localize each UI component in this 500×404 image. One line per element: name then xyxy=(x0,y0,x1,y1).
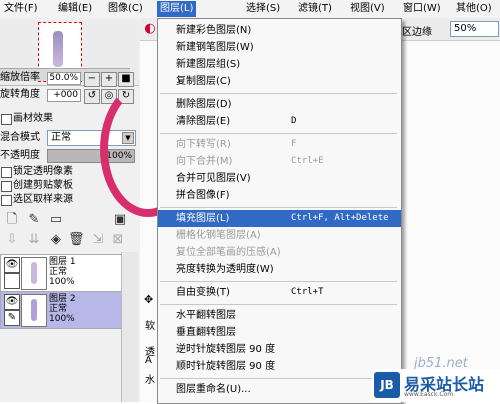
pencil-icon[interactable]: ✎ xyxy=(4,310,20,326)
menu-item-new-pen-layer[interactable]: 新建钢笔图层(W) xyxy=(158,39,401,56)
zoom-in-button[interactable]: + xyxy=(101,72,117,87)
selection-source-option[interactable]: 选区取样来源 xyxy=(0,194,130,206)
zoom-label: 缩放倍率 xyxy=(0,72,40,83)
zoom-value[interactable]: 50.0% xyxy=(47,72,81,85)
menu-item-transfer-down[interactable]: 向下转写(R) F xyxy=(158,136,401,153)
rotate-value[interactable]: +000 xyxy=(47,89,81,102)
menu-select[interactable]: 选择(S) xyxy=(246,2,280,16)
layer-mode: 正常 xyxy=(49,267,68,277)
menu-item-free-transform[interactable]: 自由变换(T) Ctrl+T xyxy=(158,284,401,301)
layer-mask-icon[interactable]: ▣ xyxy=(112,212,128,228)
selection-edge-value: 50% xyxy=(454,23,477,34)
menu-item-flatten-image[interactable]: 拼合图像(F) xyxy=(158,187,401,204)
watermark-badge: JB xyxy=(374,372,400,398)
selection-source-checkbox[interactable] xyxy=(1,195,12,206)
menu-item-clear-layer[interactable]: 清除图层(E) D xyxy=(158,113,401,130)
layer-name: 图层 1 xyxy=(49,257,76,267)
menu-item-new-color-layer[interactable]: 新建彩色图层(N) xyxy=(158,22,401,39)
layer-list-scrollbar[interactable] xyxy=(121,252,138,402)
apply-mask-icon[interactable]: ⇲ xyxy=(90,232,106,248)
new-layer-icon[interactable]: 🗋 xyxy=(4,212,20,228)
shortcut: Ctrl+F, Alt+Delete xyxy=(291,213,389,223)
clear-layer-icon[interactable]: ◈ xyxy=(48,232,64,248)
menu-item-new-layer-group[interactable]: 新建图层组(S) xyxy=(158,56,401,73)
shortcut: D xyxy=(291,116,297,126)
layer-thumbnail xyxy=(21,257,47,290)
menu-item-flip-vertical[interactable]: 垂直翻转图层 xyxy=(158,324,401,341)
menu-separator xyxy=(160,93,397,94)
menu-file[interactable]: 文件(F) xyxy=(4,2,38,16)
move-icon[interactable]: ✥ xyxy=(144,293,153,306)
blend-mode-label: 混合模式 xyxy=(0,132,40,143)
a-label: A xyxy=(145,355,152,366)
navigator-figure xyxy=(53,31,63,67)
menu-view[interactable]: 视图(V) xyxy=(350,2,385,16)
shortcut: F xyxy=(291,139,297,149)
opacity-label: 不透明度 xyxy=(0,150,40,161)
left-panel: 缩放倍率 50.0% − + ■ 旋转角度 +000 ↺ ◎ ↻ 画材效果 混合… xyxy=(0,18,140,402)
transfer-down-icon[interactable]: ⇩ xyxy=(4,232,20,248)
layer-lock-checkbox[interactable] xyxy=(4,273,20,289)
menu-item-rotate-cw-90[interactable]: 顺时针旋转图层 90 度 xyxy=(158,358,401,375)
layer-mode: 正常 xyxy=(49,304,68,314)
menu-separator xyxy=(160,133,397,134)
water-label: 水 xyxy=(145,375,155,386)
menu-item-reset-pressure[interactable]: 复位全部笔画的压感(A) xyxy=(158,244,401,261)
menu-item-rotate-ccw-90[interactable]: 逆时针旋转图层 90 度 xyxy=(158,341,401,358)
menu-edit[interactable]: 编辑(E) xyxy=(58,2,92,16)
zoom-out-button[interactable]: − xyxy=(84,72,100,87)
effects-toggle-checkbox[interactable] xyxy=(1,114,12,125)
effects-title: 画材效果 xyxy=(13,113,53,124)
layer-opacity: 100% xyxy=(49,277,75,287)
menu-window[interactable]: 窗口(W) xyxy=(403,2,441,16)
selection-source-label: 选区取样来源 xyxy=(13,194,73,205)
lock-transparency-checkbox[interactable] xyxy=(1,167,12,178)
trash-icon[interactable]: 🗑 xyxy=(68,232,85,248)
selection-edge-select[interactable]: 50% xyxy=(450,21,499,37)
color-wheel-icon[interactable]: ◐ xyxy=(142,21,158,37)
shortcut: Ctrl+E xyxy=(291,156,324,166)
menu-item-delete-layer[interactable]: 删除图层(D) xyxy=(158,96,401,113)
menu-item-rasterize-pen-layer[interactable]: 栅格化钢笔图层(A) xyxy=(158,227,401,244)
watermark-subtitle: www.Easck.Com xyxy=(404,391,454,398)
new-folder-icon[interactable]: ▭ xyxy=(48,212,64,228)
menu-separator xyxy=(160,207,397,208)
eye-icon[interactable]: 👁 xyxy=(4,257,20,273)
rotate-label: 旋转角度 xyxy=(0,89,40,100)
layer-name: 图层 2 xyxy=(49,294,76,304)
menu-separator xyxy=(160,378,397,379)
menu-item-rename-layer[interactable]: 图层重命名(U)... xyxy=(158,381,401,398)
clipping-mask-checkbox[interactable] xyxy=(1,181,12,192)
lock-transparency-label: 锁定透明像素 xyxy=(13,166,73,177)
brush-softness-label: 软 xyxy=(145,321,155,332)
clipping-mask-label: 创建剪贴蒙板 xyxy=(13,180,73,191)
layer-item-2[interactable]: 👁 ✎ 图层 2 正常 100% xyxy=(0,291,122,329)
menu-other[interactable]: 其他(O) xyxy=(456,2,492,16)
layer-thumbnail xyxy=(21,294,47,327)
menu-item-merge-visible[interactable]: 合并可见图层(V) xyxy=(158,170,401,187)
menu-image[interactable]: 图像(C) xyxy=(108,2,143,16)
merge-down-icon[interactable]: ⇊ xyxy=(26,232,42,248)
shortcut: Ctrl+T xyxy=(291,287,324,297)
rotate-left-button[interactable]: ↺ xyxy=(84,89,100,104)
layer-menu-dropdown: 新建彩色图层(N) 新建钢笔图层(W) 新建图层组(S) 复制图层(C) 删除图… xyxy=(157,18,402,404)
eye-icon[interactable]: 👁 xyxy=(4,294,20,310)
menu-item-luminance-to-transparency[interactable]: 亮度转换为透明度(W) xyxy=(158,261,401,278)
menu-item-flip-horizontal[interactable]: 水平翻转图层 xyxy=(158,307,401,324)
menu-separator xyxy=(160,281,397,282)
menu-bar: 文件(F) 编辑(E) 图像(C) 图层(L) 选择(S) 滤镜(T) 视图(V… xyxy=(0,0,500,19)
blend-mode-value: 正常 xyxy=(51,132,71,143)
menu-item-merge-down[interactable]: 向下合并(M) Ctrl+E xyxy=(158,153,401,170)
new-pen-layer-icon[interactable]: ✎ xyxy=(26,212,42,228)
menu-separator xyxy=(160,304,397,305)
layer-opacity: 100% xyxy=(49,314,75,324)
watermark-logo: JB 易采站长站 www.Easck.Com xyxy=(372,369,500,402)
menu-item-duplicate-layer[interactable]: 复制图层(C) xyxy=(158,73,401,90)
menu-item-fill-layer[interactable]: 填充图层(L) Ctrl+F, Alt+Delete xyxy=(158,210,401,227)
menu-layer[interactable]: 图层(L) xyxy=(157,1,197,17)
delete-mask-icon[interactable]: ⊠ xyxy=(110,232,126,248)
layer-item-1[interactable]: 👁 图层 1 正常 100% xyxy=(0,254,122,292)
menu-filter[interactable]: 滤镜(T) xyxy=(298,2,332,16)
